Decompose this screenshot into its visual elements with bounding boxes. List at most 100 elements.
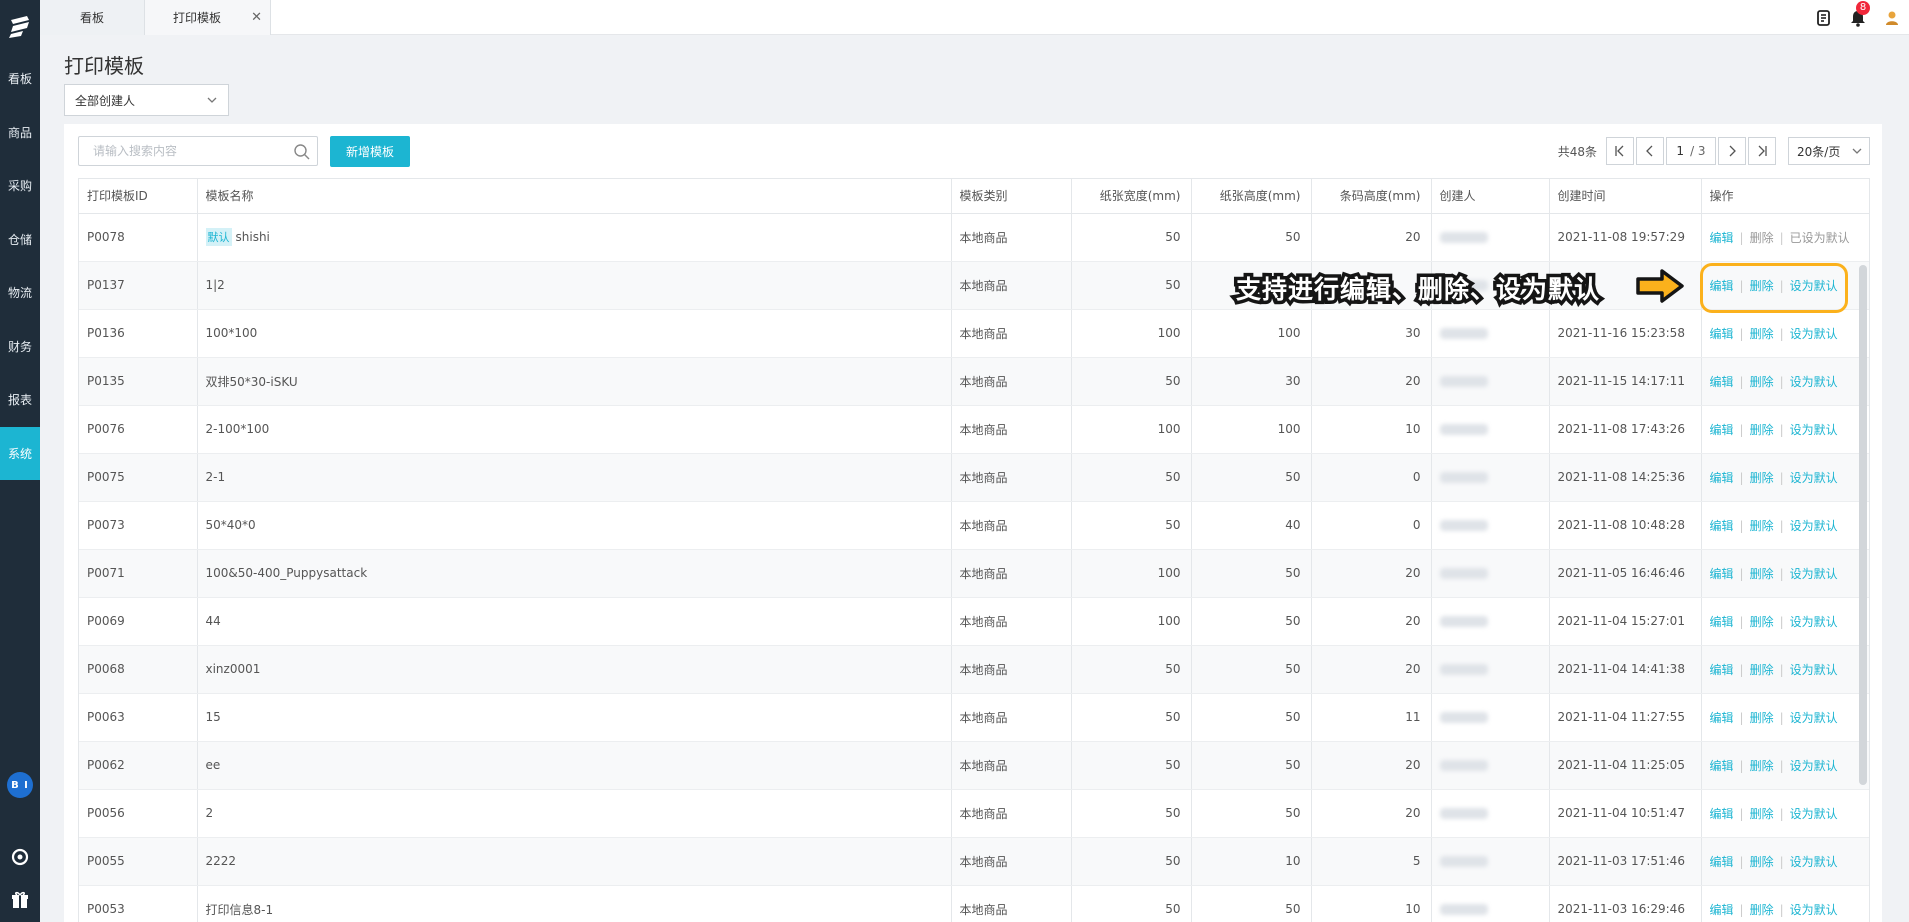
sidebar-item[interactable]: 系统 — [0, 426, 40, 480]
edit-link[interactable]: 编辑 — [1710, 471, 1734, 485]
app-logo[interactable] — [0, 0, 40, 52]
page-number-input[interactable]: 1 / 3 — [1666, 137, 1716, 165]
search-icon[interactable] — [293, 143, 311, 161]
sidebar-item[interactable]: 看板 — [0, 52, 40, 106]
set-default-link[interactable]: 设为默认 — [1790, 423, 1838, 437]
set-default-link[interactable]: 设为默认 — [1790, 663, 1838, 677]
creator-filter-select[interactable]: 全部创建人 — [64, 84, 229, 116]
delete-link[interactable]: 删除 — [1750, 567, 1774, 581]
delete-link[interactable]: 删除 — [1750, 519, 1774, 533]
set-default-link[interactable]: 设为默认 — [1790, 759, 1838, 773]
delete-link[interactable]: 删除 — [1750, 615, 1774, 629]
user-avatar[interactable] — [1875, 0, 1909, 35]
bell-icon[interactable]: 8 — [1841, 0, 1875, 35]
set-default-link[interactable]: 设为默认 — [1790, 519, 1838, 533]
edit-link[interactable]: 编辑 — [1710, 423, 1734, 437]
set-default-link[interactable]: 设为默认 — [1790, 807, 1838, 821]
set-default-link[interactable]: 设为默认 — [1790, 615, 1838, 629]
edit-link[interactable]: 编辑 — [1710, 231, 1734, 245]
table-row[interactable]: P0068 xinz0001 本地商品 50 50 20 2021-11-04 14:41:… — [79, 645, 1869, 694]
table-row[interactable]: P0076 2-100*100 本地商品 100 100 10 2021-11-08 17:… — [79, 405, 1869, 454]
task-icon[interactable] — [1807, 0, 1841, 35]
search-input[interactable] — [93, 144, 283, 158]
delete-link[interactable]: 删除 — [1750, 711, 1774, 725]
table-row[interactable]: P0063 15 本地商品 50 50 11 2021-11-04 11:27:55 编辑 | 删… — [79, 693, 1869, 742]
table-row[interactable]: P0136 100*100 本地商品 100 100 30 2021-11-16 15:23… — [79, 309, 1869, 358]
set-default-link[interactable]: 设为默认 — [1790, 327, 1838, 341]
edit-link[interactable]: 编辑 — [1710, 519, 1734, 533]
sidebar-item[interactable]: 报表 — [0, 373, 40, 427]
table-row[interactable]: P0073 50*40*0 本地商品 50 40 0 2021-11-08 10:48:28… — [79, 501, 1869, 550]
table-row[interactable]: P0135 双排50*30-iSKU 本地商品 50 30 20 2021-11-15 14… — [79, 357, 1869, 406]
set-default-link[interactable]: 设为默认 — [1790, 903, 1838, 917]
logo-icon — [9, 16, 29, 38]
add-template-button[interactable]: 新增模板 — [330, 136, 410, 167]
prev-page-button[interactable] — [1636, 137, 1664, 165]
edit-link[interactable]: 编辑 — [1710, 375, 1734, 389]
edit-link[interactable]: 编辑 — [1710, 807, 1734, 821]
table-row[interactable]: P0137 1|2 本地商品 50 编辑 | 删除 | 设为默认 — [79, 261, 1869, 310]
set-default-link[interactable]: 设为默认 — [1790, 375, 1838, 389]
chevron-down-icon — [1852, 148, 1862, 154]
creator — [1431, 693, 1550, 742]
set-default-link[interactable]: 设为默认 — [1790, 471, 1838, 485]
delete-link[interactable]: 删除 — [1750, 855, 1774, 869]
delete-link[interactable]: 删除 — [1750, 663, 1774, 677]
delete-link[interactable]: 删除 — [1750, 759, 1774, 773]
table-row[interactable]: P0055 2222 本地商品 50 10 5 2021-11-03 17:51:46 编辑 |… — [79, 837, 1869, 886]
edit-link[interactable]: 编辑 — [1710, 759, 1734, 773]
table-row[interactable]: P0062 ee 本地商品 50 50 20 2021-11-04 11:25:05 编辑 | 删… — [79, 741, 1869, 790]
set-default-link[interactable]: 设为默认 — [1790, 855, 1838, 869]
table-row[interactable]: P0053 打印信息8-1 本地商品 50 50 10 2021-11-03 16:29:4… — [79, 885, 1869, 922]
table-row[interactable]: P0056 2 本地商品 50 50 20 2021-11-04 10:51:47 编辑 | 删除… — [79, 789, 1869, 838]
template-id: P0063 — [79, 693, 198, 742]
table-row[interactable]: P0078 默认 shishi 本地商品 50 50 20 2021-11-08 19:57:… — [79, 213, 1869, 262]
tab-print-template[interactable]: 打印模板 ✕ — [145, 0, 271, 35]
sidebar-item[interactable]: 财务 — [0, 320, 40, 374]
tab-dashboard[interactable]: 看板 — [40, 0, 145, 35]
edit-link[interactable]: 编辑 — [1710, 327, 1734, 341]
creator-blurred — [1439, 616, 1488, 627]
bi-button[interactable]: B I — [7, 772, 33, 798]
sidebar-item[interactable]: 仓储 — [0, 213, 40, 267]
delete-link[interactable]: 删除 — [1750, 279, 1774, 293]
delete-link[interactable]: 删除 — [1750, 375, 1774, 389]
edit-link[interactable]: 编辑 — [1710, 615, 1734, 629]
edit-link[interactable]: 编辑 — [1710, 279, 1734, 293]
creator — [1431, 741, 1550, 790]
last-page-button[interactable] — [1748, 137, 1776, 165]
table-row[interactable]: P0069 44 本地商品 100 50 20 2021-11-04 15:27:01 编辑 |… — [79, 597, 1869, 646]
sidebar: 看板 商品 采购 仓储 物流 财务 报表 系统 B I — [0, 0, 40, 922]
row-actions: 编辑 | 删除 | 设为默认 — [1701, 309, 1869, 358]
delete-link[interactable]: 删除 — [1750, 471, 1774, 485]
delete-link[interactable]: 删除 — [1750, 807, 1774, 821]
set-default-link[interactable]: 设为默认 — [1790, 279, 1838, 293]
table-scrollbar[interactable] — [1859, 265, 1867, 785]
first-page-button[interactable] — [1606, 137, 1634, 165]
separator: | — [1779, 230, 1784, 245]
sidebar-item[interactable]: 物流 — [0, 266, 40, 320]
edit-link[interactable]: 编辑 — [1710, 903, 1734, 917]
delete-link[interactable]: 删除 — [1750, 903, 1774, 917]
column-header: 纸张高度(mm) — [1191, 179, 1312, 214]
set-default-link[interactable]: 设为默认 — [1790, 567, 1838, 581]
sidebar-item[interactable]: 采购 — [0, 159, 40, 213]
page-size-select[interactable]: 20条/页 — [1788, 137, 1870, 165]
close-icon[interactable]: ✕ — [251, 10, 262, 25]
table-row[interactable]: P0075 2-1 本地商品 50 50 0 2021-11-08 14:25:36 编辑 | 删… — [79, 453, 1869, 502]
column-header: 条码高度(mm) — [1311, 179, 1432, 214]
sidebar-item[interactable]: 商品 — [0, 106, 40, 160]
delete-link[interactable]: 删除 — [1750, 423, 1774, 437]
edit-link[interactable]: 编辑 — [1710, 855, 1734, 869]
table-row[interactable]: P0071 100&50-400_Puppysattack 本地商品 100 50 20 2… — [79, 549, 1869, 598]
edit-link[interactable]: 编辑 — [1710, 663, 1734, 677]
set-default-link[interactable]: 设为默认 — [1790, 711, 1838, 725]
next-page-button[interactable] — [1718, 137, 1746, 165]
first-page-icon — [1615, 145, 1624, 157]
edit-link[interactable]: 编辑 — [1710, 711, 1734, 725]
edit-link[interactable]: 编辑 — [1710, 567, 1734, 581]
template-name-cell: xinz0001 — [197, 645, 952, 694]
delete-link[interactable]: 删除 — [1750, 327, 1774, 341]
gift-icon[interactable] — [8, 888, 32, 912]
support-icon[interactable] — [8, 845, 32, 869]
